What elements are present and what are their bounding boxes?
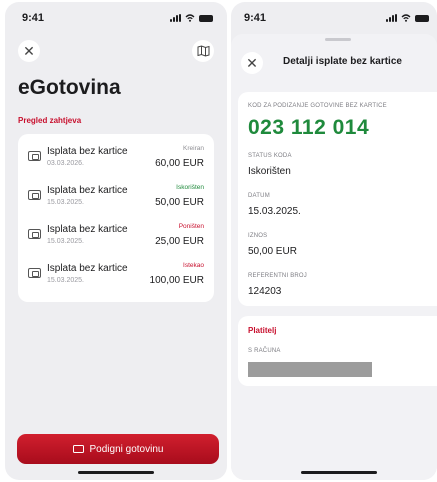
details-screen: 9:41 ✕ Detalji isplate bez kartice KOD Z…: [231, 2, 437, 480]
field-value: 15.03.2025.: [248, 206, 301, 217]
request-amount: 25,00 EUR: [155, 236, 204, 247]
status-badge: Poništen: [178, 223, 204, 230]
request-date: 15.03.2025.: [47, 238, 84, 245]
payer-panel: Platitelj S RAČUNA: [238, 316, 437, 386]
wifi-icon: [401, 14, 411, 22]
close-button[interactable]: ✕: [241, 52, 263, 74]
cash-icon: [28, 229, 41, 239]
close-button[interactable]: ✕: [18, 40, 40, 62]
cash-icon: [28, 190, 41, 200]
field-value: Iskorišten: [248, 166, 291, 177]
requests-screen: 9:41 ✕ eGotovina Pregled zahtjeva Isplat…: [5, 2, 227, 480]
request-name: Isplata bez kartice: [47, 224, 128, 235]
request-name: Isplata bez kartice: [47, 263, 128, 274]
status-time: 9:41: [22, 12, 45, 24]
field-value: 124203: [248, 286, 282, 297]
close-icon: ✕: [23, 42, 35, 59]
sheet-title: Detalji isplate bez kartice: [283, 56, 402, 67]
request-date: 15.03.2025.: [47, 199, 84, 206]
withdraw-cash-button[interactable]: Podigni gotovinu: [17, 434, 219, 464]
field-label: STATUS KODA: [248, 153, 292, 159]
field-label: DATUM: [248, 193, 270, 199]
cash-icon: [28, 151, 41, 161]
cash-icon: [72, 445, 84, 453]
battery-icon: [415, 14, 429, 22]
payer-title: Platitelj: [248, 326, 277, 335]
request-date: 15.03.2025.: [47, 277, 84, 284]
signal-icon: [170, 14, 181, 22]
request-amount: 100,00 EUR: [149, 275, 204, 286]
field-value: 50,00 EUR: [248, 246, 297, 257]
request-name: Isplata bez kartice: [47, 146, 128, 157]
close-icon: ✕: [246, 54, 258, 71]
map-icon: [197, 45, 209, 57]
list-item[interactable]: Isplata bez kartice 15.03.2025. Iskorišt…: [18, 181, 214, 215]
withdrawal-code: 023 112 014: [248, 116, 370, 139]
cash-icon: [28, 268, 41, 278]
status-bar: 9:41: [231, 2, 437, 32]
home-indicator: [78, 471, 154, 474]
sheet-grabber[interactable]: [325, 38, 351, 41]
request-amount: 60,00 EUR: [155, 158, 204, 169]
request-date: 03.03.2026.: [47, 160, 84, 167]
section-label: Pregled zahtjeva: [18, 116, 82, 125]
account-label: S RAČUNA: [248, 348, 281, 354]
details-sheet: ✕ Detalji isplate bez kartice KOD ZA POD…: [231, 34, 437, 480]
map-button[interactable]: [192, 40, 214, 62]
list-item[interactable]: Isplata bez kartice 15.03.2025. Poništen…: [18, 220, 214, 254]
masked-account-number: [248, 362, 372, 377]
field-label: REFERENTNI BROJ: [248, 273, 308, 279]
battery-icon: [199, 14, 213, 22]
home-indicator: [301, 471, 377, 474]
signal-icon: [386, 14, 397, 22]
request-name: Isplata bez kartice: [47, 185, 128, 196]
status-bar: 9:41: [5, 2, 227, 32]
list-item[interactable]: Isplata bez kartice 03.03.2026. Kreiran …: [18, 142, 214, 176]
field-label: IZNOS: [248, 233, 268, 239]
wifi-icon: [185, 14, 195, 22]
code-details-panel: KOD ZA PODIZANJE GOTOVINE BEZ KARTICE 02…: [238, 92, 437, 306]
page-title: eGotovina: [18, 76, 121, 99]
requests-card: Isplata bez kartice 03.03.2026. Kreiran …: [18, 134, 214, 302]
status-badge: Iskorišten: [176, 184, 204, 191]
code-label: KOD ZA PODIZANJE GOTOVINE BEZ KARTICE: [248, 103, 387, 109]
status-badge: Istekao: [183, 262, 204, 269]
list-item[interactable]: Isplata bez kartice 15.03.2025. Istekao …: [18, 259, 214, 293]
request-amount: 50,00 EUR: [155, 197, 204, 208]
status-badge: Kreiran: [183, 145, 204, 152]
withdraw-cash-label: Podigni gotovinu: [89, 443, 164, 455]
status-time: 9:41: [244, 12, 267, 24]
